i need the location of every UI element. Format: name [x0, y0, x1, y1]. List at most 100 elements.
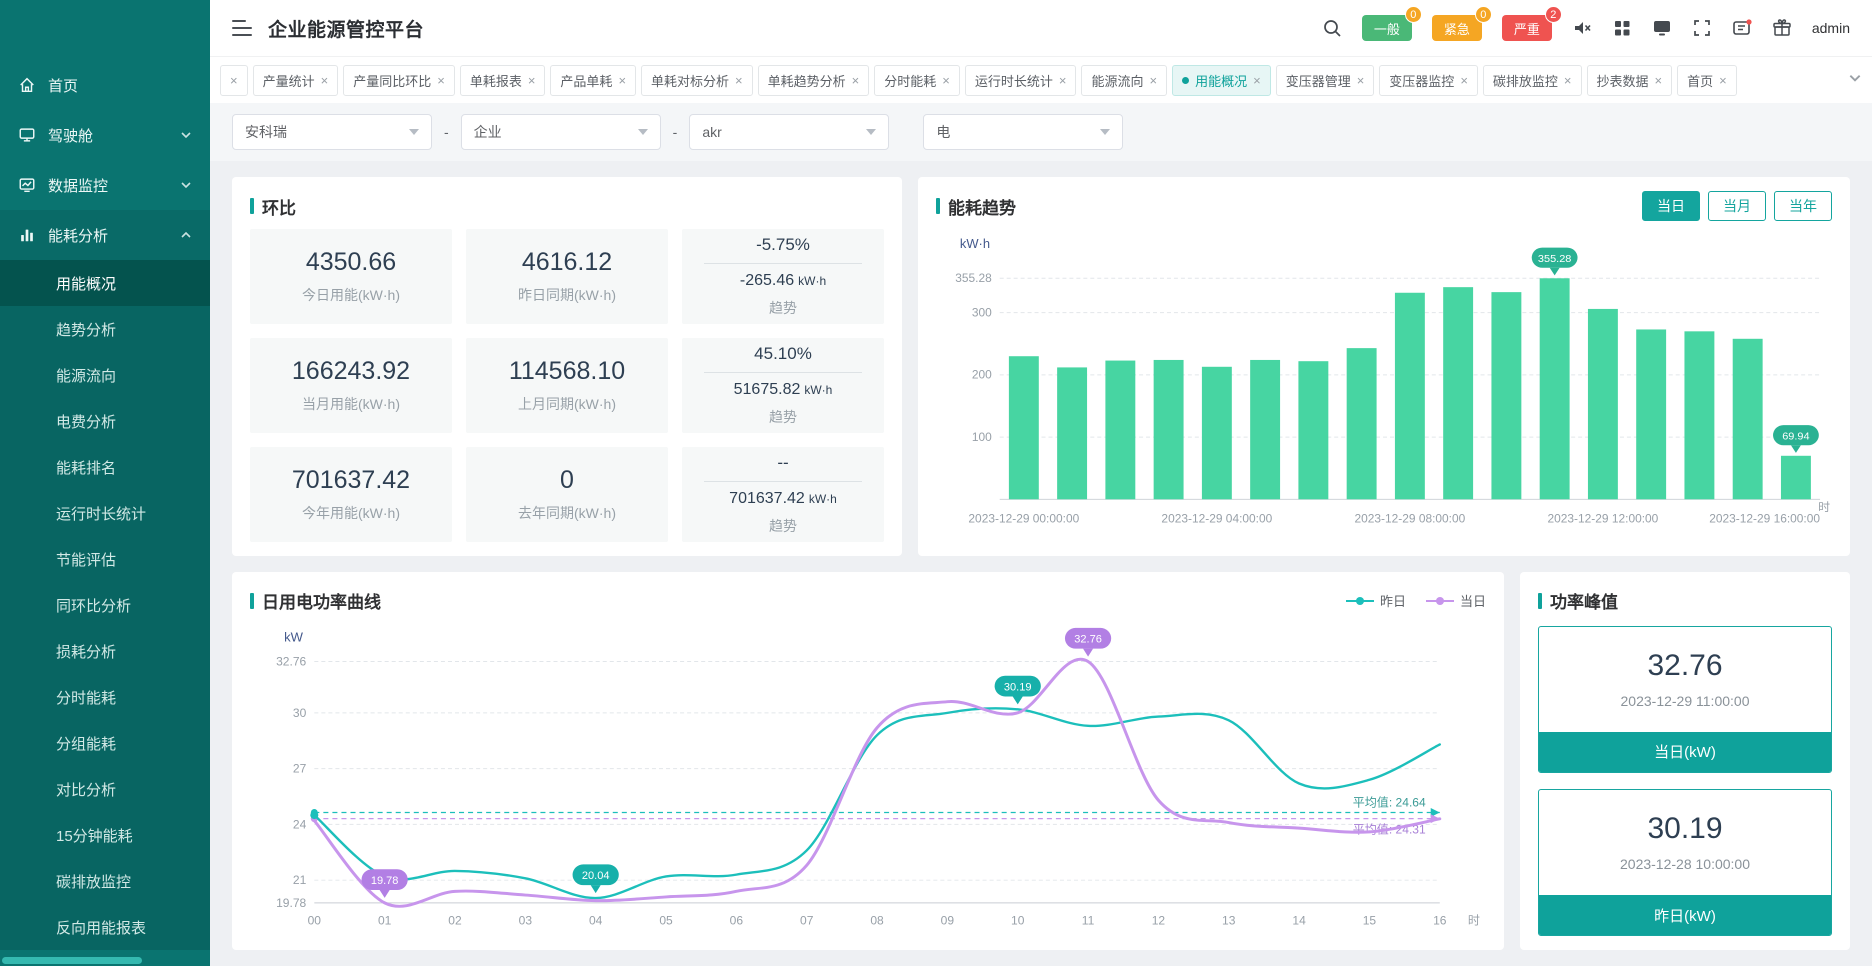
tab-close-icon[interactable]: ×	[1719, 74, 1727, 87]
tab-碳排放监控[interactable]: 碳排放监控×	[1483, 65, 1582, 96]
tab-close-icon[interactable]: ×	[1655, 74, 1663, 87]
range-button-当年[interactable]: 当年	[1774, 191, 1832, 221]
bar-09[interactable]	[1443, 287, 1473, 499]
tab-close-icon[interactable]: ×	[618, 74, 626, 87]
peak-button-当日(kW)[interactable]: 当日(kW)	[1539, 732, 1831, 772]
bar-07[interactable]	[1347, 348, 1377, 499]
username[interactable]: admin	[1812, 20, 1850, 36]
bar-14[interactable]	[1684, 331, 1714, 499]
tab-用能概况[interactable]: 用能概况×	[1172, 65, 1271, 96]
tab-产品单耗[interactable]: 产品单耗×	[550, 65, 636, 96]
sidebar-subitem-趋势分析[interactable]: 趋势分析	[0, 306, 210, 352]
tab-close-icon[interactable]: ×	[1059, 74, 1067, 87]
tabs-overflow-icon[interactable]	[1848, 71, 1862, 90]
tab-partial[interactable]: ×	[220, 65, 248, 96]
filter-select-2[interactable]: akr	[689, 114, 889, 150]
tab-close-icon[interactable]: ×	[321, 74, 329, 87]
sidebar-item-能耗分析[interactable]: 能耗分析	[0, 210, 210, 260]
tab-变压器监控[interactable]: 变压器监控×	[1379, 65, 1478, 96]
sidebar-subitem-能源流向[interactable]: 能源流向	[0, 352, 210, 398]
tab-单耗趋势分析[interactable]: 单耗趋势分析×	[758, 65, 870, 96]
tab-close-icon[interactable]: ×	[1149, 74, 1157, 87]
bar-05[interactable]	[1250, 360, 1280, 499]
daily-power-line-chart[interactable]: 19.782124273032.76kW00010203040506070809…	[250, 620, 1486, 937]
tab-close-icon[interactable]: ×	[852, 74, 860, 87]
gift-icon[interactable]	[1772, 18, 1792, 38]
tab-产量统计[interactable]: 产量统计×	[253, 65, 339, 96]
alarm-pill-严重[interactable]: 严重2	[1502, 15, 1552, 41]
sidebar-subitem-分组能耗[interactable]: 分组能耗	[0, 720, 210, 766]
sidebar-item-数据监控[interactable]: 数据监控	[0, 160, 210, 210]
screen-icon[interactable]	[1652, 18, 1672, 38]
bar-16[interactable]	[1781, 456, 1811, 500]
tab-运行时长统计[interactable]: 运行时长统计×	[965, 65, 1077, 96]
tab-首页[interactable]: 首页×	[1677, 65, 1737, 96]
tab-抄表数据[interactable]: 抄表数据×	[1587, 65, 1673, 96]
sidebar-item-驾驶舱[interactable]: 驾驶舱	[0, 110, 210, 160]
peak-button-昨日(kW)[interactable]: 昨日(kW)	[1539, 895, 1831, 935]
sidebar-subitem-15分钟能耗[interactable]: 15分钟能耗	[0, 812, 210, 858]
energy-trend-bar-chart[interactable]: 100200300355.28kW·h2023-12-29 00:00:0020…	[936, 225, 1832, 542]
tab-分时能耗[interactable]: 分时能耗×	[874, 65, 960, 96]
range-button-当月[interactable]: 当月	[1708, 191, 1766, 221]
alarm-pill-一般[interactable]: 一般0	[1362, 15, 1412, 41]
card-label: 趋势	[769, 407, 797, 427]
sidebar-subitem-损耗分析[interactable]: 损耗分析	[0, 628, 210, 674]
bar-03[interactable]	[1154, 360, 1184, 499]
message-icon[interactable]	[1732, 18, 1752, 38]
sidebar-subitem-用能概况[interactable]: 用能概况	[0, 260, 210, 306]
bar-13[interactable]	[1636, 329, 1666, 499]
sidebar-subitem-电费分析[interactable]: 电费分析	[0, 398, 210, 444]
monitor-icon	[18, 176, 36, 194]
tab-close-icon[interactable]: ×	[735, 74, 743, 87]
range-button-当日[interactable]: 当日	[1642, 191, 1700, 221]
bar-15[interactable]	[1733, 339, 1763, 500]
tab-close-icon[interactable]: ×	[1460, 74, 1468, 87]
tab-变压器管理[interactable]: 变压器管理×	[1276, 65, 1375, 96]
tab-产量同比环比[interactable]: 产量同比环比×	[343, 65, 455, 96]
sidebar-scrollbar[interactable]	[2, 957, 142, 964]
sidebar-subitem-对比分析[interactable]: 对比分析	[0, 766, 210, 812]
bar-01[interactable]	[1057, 367, 1087, 499]
fullscreen-icon[interactable]	[1692, 18, 1712, 38]
tab-close-icon[interactable]: ×	[1564, 74, 1572, 87]
legend-item-昨日[interactable]: 昨日	[1346, 591, 1406, 610]
series-line-当日[interactable]	[314, 659, 1439, 906]
bar-00[interactable]	[1009, 356, 1039, 499]
sidebar-subitem-碳排放监控[interactable]: 碳排放监控	[0, 858, 210, 904]
tab-单耗对标分析[interactable]: 单耗对标分析×	[641, 65, 753, 96]
tab-close-icon[interactable]: ×	[230, 74, 238, 87]
apps-grid-icon[interactable]	[1612, 18, 1632, 38]
tab-单耗报表[interactable]: 单耗报表×	[460, 65, 546, 96]
sidebar-item-首页[interactable]: 首页	[0, 60, 210, 110]
bar-04[interactable]	[1202, 367, 1232, 500]
filter-select-1[interactable]: 企业	[461, 114, 661, 150]
sidebar-subitem-分时能耗[interactable]: 分时能耗	[0, 674, 210, 720]
tab-close-icon[interactable]: ×	[437, 74, 445, 87]
mute-icon[interactable]	[1572, 18, 1592, 38]
sidebar-subitem-反向用能报表[interactable]: 反向用能报表	[0, 904, 210, 950]
search-icon[interactable]	[1322, 18, 1342, 38]
legend-item-当日[interactable]: 当日	[1426, 591, 1486, 610]
tab-close-icon[interactable]: ×	[942, 74, 950, 87]
bar-06[interactable]	[1298, 361, 1328, 499]
bar-02[interactable]	[1105, 361, 1135, 500]
series-line-昨日[interactable]	[314, 708, 1439, 898]
sidebar-subitem-运行时长统计[interactable]: 运行时长统计	[0, 490, 210, 536]
filter-select-0[interactable]: 安科瑞	[232, 114, 432, 150]
bar-11[interactable]	[1540, 278, 1570, 499]
alarm-pill-紧急[interactable]: 紧急0	[1432, 15, 1482, 41]
sidebar-subitem-节能评估[interactable]: 节能评估	[0, 536, 210, 582]
bar-12[interactable]	[1588, 309, 1618, 499]
tab-close-icon[interactable]: ×	[1253, 74, 1261, 87]
bar-10[interactable]	[1491, 292, 1521, 499]
menu-toggle-icon[interactable]	[232, 20, 252, 36]
tab-close-icon[interactable]: ×	[1357, 74, 1365, 87]
tab-能源流向[interactable]: 能源流向×	[1081, 65, 1167, 96]
svg-text:19.78: 19.78	[276, 895, 307, 909]
sidebar-subitem-同环比分析[interactable]: 同环比分析	[0, 582, 210, 628]
tab-close-icon[interactable]: ×	[528, 74, 536, 87]
filter-select-3[interactable]: 电	[923, 114, 1123, 150]
sidebar-subitem-能耗排名[interactable]: 能耗排名	[0, 444, 210, 490]
bar-08[interactable]	[1395, 293, 1425, 500]
